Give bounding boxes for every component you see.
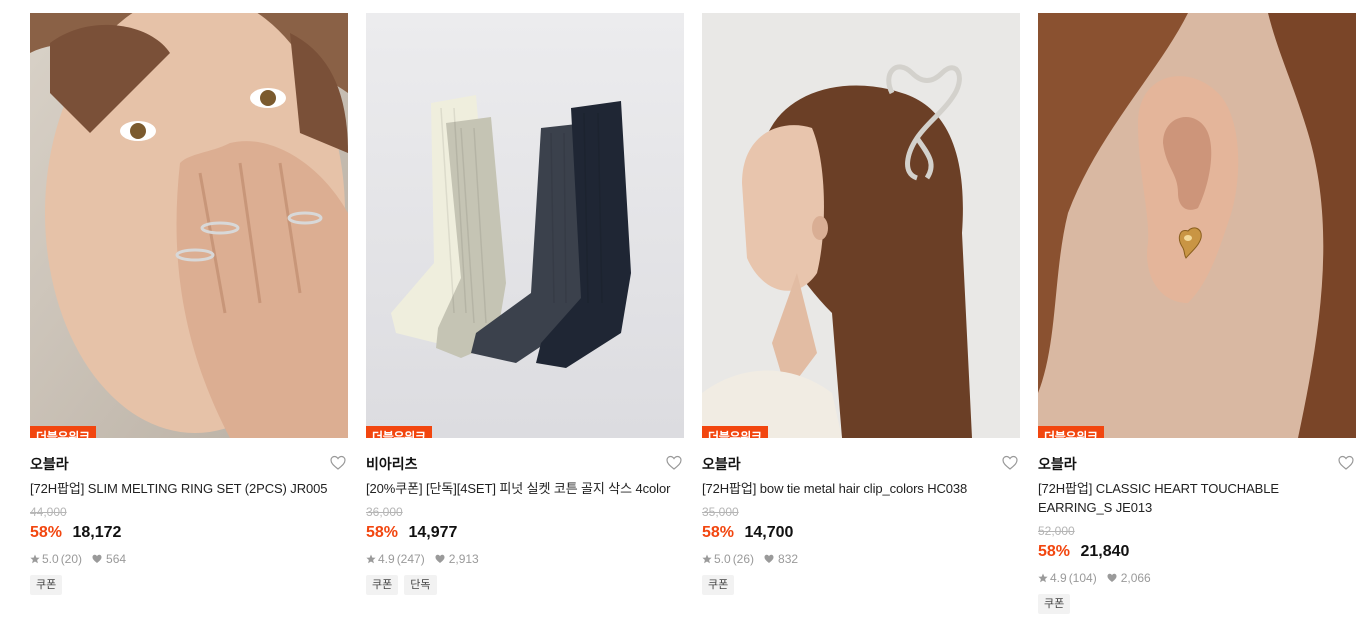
heart-filled-icon <box>1107 573 1117 583</box>
original-price: 35,000 <box>702 505 739 519</box>
heart-icon[interactable] <box>1338 455 1354 471</box>
review-meta: 4.9 (104) 2,066 <box>1038 570 1356 586</box>
heart-icon[interactable] <box>330 455 346 471</box>
brand-name[interactable]: 비아리츠 <box>366 455 684 473</box>
review-count: (20) <box>60 552 83 566</box>
tag-list: 쿠폰 <box>702 575 1020 595</box>
star-icon <box>702 554 712 564</box>
product-title[interactable]: [20%쿠폰] [단독][4SET] 피넛 실켓 코튼 골지 삭스 4color <box>366 479 684 498</box>
star-icon <box>30 554 40 564</box>
tag-coupon: 쿠폰 <box>30 575 63 595</box>
hair-clip-photo-icon <box>702 13 1020 438</box>
product-title[interactable]: [72H팝업] bow tie metal hair clip_colors H… <box>702 479 1020 498</box>
product-image[interactable]: 더블유위크 <box>702 13 1020 438</box>
tag-coupon: 쿠폰 <box>366 575 399 595</box>
earring-photo-icon <box>1038 13 1356 438</box>
heart-icon[interactable] <box>666 455 682 471</box>
tag-list: 쿠폰 <box>1038 594 1356 614</box>
tag-list: 쿠폰 단독 <box>366 575 684 595</box>
brand-name[interactable]: 오블라 <box>1038 455 1356 473</box>
review-count: (247) <box>396 552 425 566</box>
rating-value: 4.9 <box>1050 571 1067 585</box>
price-row: 58% 21,840 <box>1038 541 1356 563</box>
heart-filled-icon <box>435 554 445 564</box>
product-card[interactable]: 더블유위크 비아리츠 [20%쿠폰] [단독][4SET] 피넛 실켓 코튼 골… <box>366 13 684 595</box>
original-price: 44,000 <box>30 505 67 519</box>
promo-badge: 더블유위크 <box>702 426 768 438</box>
tag-coupon: 쿠폰 <box>702 575 735 595</box>
heart-icon[interactable] <box>1002 455 1018 471</box>
promo-badge: 더블유위크 <box>30 426 96 438</box>
discount-rate: 58% <box>1038 543 1071 560</box>
product-card[interactable]: 더블유위크 오블라 [72H팝업] SLIM MELTING RING SET … <box>30 13 348 595</box>
product-image[interactable]: 더블유위크 <box>1038 13 1356 438</box>
brand-name[interactable]: 오블라 <box>702 455 1020 473</box>
sale-price: 21,840 <box>1080 543 1130 560</box>
sale-price: 14,700 <box>744 524 794 541</box>
tag-coupon: 쿠폰 <box>1038 594 1071 614</box>
review-meta: 5.0 (26) 832 <box>702 551 1020 567</box>
price-row: 58% 14,977 <box>366 522 684 544</box>
discount-rate: 58% <box>30 524 63 541</box>
rating-value: 5.0 <box>42 552 59 566</box>
original-price: 52,000 <box>1038 524 1075 538</box>
review-count: (104) <box>1068 571 1097 585</box>
price-row: 58% 18,172 <box>30 522 348 544</box>
review-meta: 4.9 (247) 2,913 <box>366 551 684 567</box>
socks-photo-icon <box>366 13 684 438</box>
product-card[interactable]: 더블유위크 오블라 [72H팝업] bow tie metal hair cli… <box>702 13 1020 595</box>
product-title[interactable]: [72H팝업] CLASSIC HEART TOUCHABLE EARRING_… <box>1038 479 1356 517</box>
sale-price: 18,172 <box>72 524 122 541</box>
original-price: 36,000 <box>366 505 403 519</box>
model-ring-photo-icon <box>30 13 348 438</box>
product-card[interactable]: 더블유위크 오블라 [72H팝업] CLASSIC HEART TOUCHABL… <box>1038 13 1356 614</box>
heart-filled-icon <box>92 554 102 564</box>
rating-value: 5.0 <box>714 552 731 566</box>
tag-exclusive: 단독 <box>404 575 437 595</box>
like-count: 2,066 <box>1120 571 1151 585</box>
promo-badge: 더블유위크 <box>1038 426 1104 438</box>
discount-rate: 58% <box>366 524 399 541</box>
discount-rate: 58% <box>702 524 735 541</box>
sale-price: 14,977 <box>408 524 458 541</box>
star-icon <box>366 554 376 564</box>
rating-value: 4.9 <box>378 552 395 566</box>
product-grid: 더블유위크 오블라 [72H팝업] SLIM MELTING RING SET … <box>30 13 1356 623</box>
product-image[interactable]: 더블유위크 <box>366 13 684 438</box>
heart-filled-icon <box>764 554 774 564</box>
like-count: 564 <box>106 552 127 566</box>
product-title[interactable]: [72H팝업] SLIM MELTING RING SET (2PCS) JR0… <box>30 479 348 498</box>
product-image[interactable]: 더블유위크 <box>30 13 348 438</box>
review-meta: 5.0 (20) 564 <box>30 551 348 567</box>
review-count: (26) <box>732 552 755 566</box>
like-count: 2,913 <box>448 552 479 566</box>
star-icon <box>1038 573 1048 583</box>
price-row: 58% 14,700 <box>702 522 1020 544</box>
like-count: 832 <box>778 552 799 566</box>
promo-badge: 더블유위크 <box>366 426 432 438</box>
tag-list: 쿠폰 <box>30 575 348 595</box>
brand-name[interactable]: 오블라 <box>30 455 348 473</box>
